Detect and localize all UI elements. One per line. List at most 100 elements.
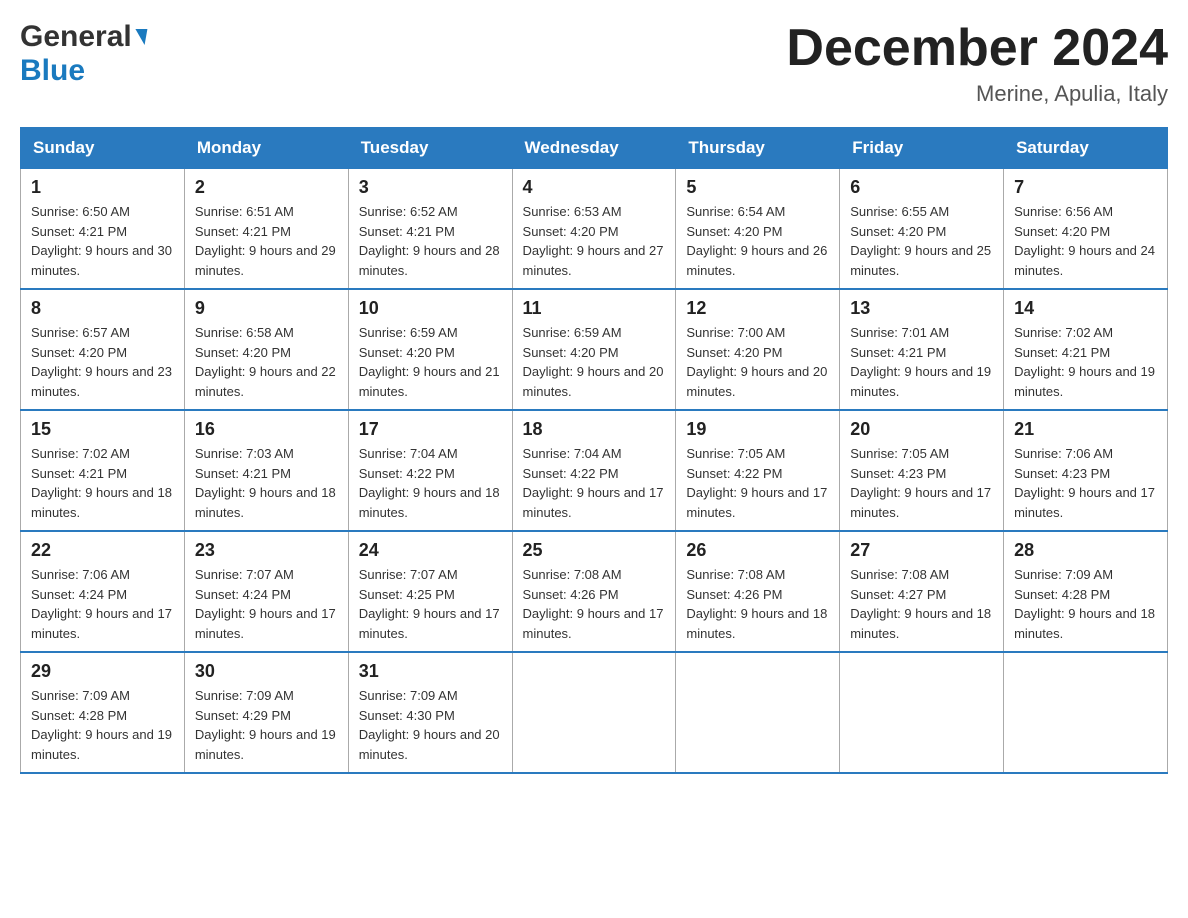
day-info: Sunrise: 6:59 AMSunset: 4:20 PMDaylight:…	[359, 323, 502, 401]
day-info: Sunrise: 7:09 AMSunset: 4:30 PMDaylight:…	[359, 686, 502, 764]
table-row: 29Sunrise: 7:09 AMSunset: 4:28 PMDayligh…	[21, 652, 185, 773]
day-number: 4	[523, 177, 666, 198]
day-info: Sunrise: 7:08 AMSunset: 4:27 PMDaylight:…	[850, 565, 993, 643]
day-info: Sunrise: 6:56 AMSunset: 4:20 PMDaylight:…	[1014, 202, 1157, 280]
day-number: 24	[359, 540, 502, 561]
month-title: December 2024	[786, 20, 1168, 77]
day-number: 14	[1014, 298, 1157, 319]
logo-arrow-icon	[132, 29, 147, 45]
table-row: 30 Sunrise: 7:09 AMSunset: 4:29 PMDayligh…	[184, 652, 348, 773]
day-info: Sunrise: 6:51 AMSunset: 4:21 PMDaylight:…	[195, 202, 338, 280]
table-row: 17 Sunrise: 7:04 AMSunset: 4:22 PMDayligh…	[348, 410, 512, 531]
table-row: 26Sunrise: 7:08 AMSunset: 4:26 PMDayligh…	[676, 531, 840, 652]
table-row: 24 Sunrise: 7:07 AMSunset: 4:25 PMDayligh…	[348, 531, 512, 652]
table-row: 11Sunrise: 6:59 AMSunset: 4:20 PMDayligh…	[512, 289, 676, 410]
day-number: 2	[195, 177, 338, 198]
table-row: 22 Sunrise: 7:06 AMSunset: 4:24 PMDayligh…	[21, 531, 185, 652]
day-info: Sunrise: 7:00 AMSunset: 4:20 PMDaylight:…	[686, 323, 829, 401]
header-wednesday: Wednesday	[512, 128, 676, 169]
table-row: 25 Sunrise: 7:08 AMSunset: 4:26 PMDayligh…	[512, 531, 676, 652]
calendar-table: Sunday Monday Tuesday Wednesday Thursday…	[20, 127, 1168, 774]
table-row: 23Sunrise: 7:07 AMSunset: 4:24 PMDayligh…	[184, 531, 348, 652]
day-info: Sunrise: 7:09 AMSunset: 4:28 PMDaylight:…	[31, 686, 174, 764]
day-number: 16	[195, 419, 338, 440]
logo: General Blue	[20, 20, 146, 88]
table-row: 18 Sunrise: 7:04 AMSunset: 4:22 PMDayligh…	[512, 410, 676, 531]
day-info: Sunrise: 7:02 AMSunset: 4:21 PMDaylight:…	[31, 444, 174, 522]
header-sunday: Sunday	[21, 128, 185, 169]
day-number: 21	[1014, 419, 1157, 440]
table-row: 27Sunrise: 7:08 AMSunset: 4:27 PMDayligh…	[840, 531, 1004, 652]
day-info: Sunrise: 7:06 AMSunset: 4:24 PMDaylight:…	[31, 565, 174, 643]
table-row: 21 Sunrise: 7:06 AMSunset: 4:23 PMDayligh…	[1004, 410, 1168, 531]
table-row	[840, 652, 1004, 773]
table-row: 10 Sunrise: 6:59 AMSunset: 4:20 PMDayligh…	[348, 289, 512, 410]
day-info: Sunrise: 7:01 AMSunset: 4:21 PMDaylight:…	[850, 323, 993, 401]
day-info: Sunrise: 6:54 AMSunset: 4:20 PMDaylight:…	[686, 202, 829, 280]
table-row: 20Sunrise: 7:05 AMSunset: 4:23 PMDayligh…	[840, 410, 1004, 531]
page-header: General Blue December 2024 Merine, Apuli…	[20, 20, 1168, 107]
day-info: Sunrise: 7:07 AMSunset: 4:24 PMDaylight:…	[195, 565, 338, 643]
header-saturday: Saturday	[1004, 128, 1168, 169]
calendar-week-row: 8Sunrise: 6:57 AMSunset: 4:20 PMDaylight…	[21, 289, 1168, 410]
table-row	[512, 652, 676, 773]
table-row: 19 Sunrise: 7:05 AMSunset: 4:22 PMDayligh…	[676, 410, 840, 531]
location-text: Merine, Apulia, Italy	[786, 81, 1168, 107]
day-number: 6	[850, 177, 993, 198]
day-info: Sunrise: 7:04 AMSunset: 4:22 PMDaylight:…	[523, 444, 666, 522]
day-number: 15	[31, 419, 174, 440]
table-row: 1 Sunrise: 6:50 AMSunset: 4:21 PMDaylight…	[21, 169, 185, 290]
day-info: Sunrise: 7:02 AMSunset: 4:21 PMDaylight:…	[1014, 323, 1157, 401]
calendar-week-row: 22 Sunrise: 7:06 AMSunset: 4:24 PMDayligh…	[21, 531, 1168, 652]
table-row: 7 Sunrise: 6:56 AMSunset: 4:20 PMDaylight…	[1004, 169, 1168, 290]
calendar-week-row: 15 Sunrise: 7:02 AMSunset: 4:21 PMDayligh…	[21, 410, 1168, 531]
day-number: 3	[359, 177, 502, 198]
table-row	[676, 652, 840, 773]
day-info: Sunrise: 7:05 AMSunset: 4:22 PMDaylight:…	[686, 444, 829, 522]
day-number: 17	[359, 419, 502, 440]
day-info: Sunrise: 6:59 AMSunset: 4:20 PMDaylight:…	[523, 323, 666, 401]
day-info: Sunrise: 7:03 AMSunset: 4:21 PMDaylight:…	[195, 444, 338, 522]
day-number: 22	[31, 540, 174, 561]
day-number: 10	[359, 298, 502, 319]
day-info: Sunrise: 6:52 AMSunset: 4:21 PMDaylight:…	[359, 202, 502, 280]
calendar-week-row: 29Sunrise: 7:09 AMSunset: 4:28 PMDayligh…	[21, 652, 1168, 773]
day-info: Sunrise: 7:08 AMSunset: 4:26 PMDaylight:…	[523, 565, 666, 643]
table-row: 16 Sunrise: 7:03 AMSunset: 4:21 PMDayligh…	[184, 410, 348, 531]
table-row: 2 Sunrise: 6:51 AMSunset: 4:21 PMDaylight…	[184, 169, 348, 290]
calendar-week-row: 1 Sunrise: 6:50 AMSunset: 4:21 PMDaylight…	[21, 169, 1168, 290]
table-row: 4Sunrise: 6:53 AMSunset: 4:20 PMDaylight…	[512, 169, 676, 290]
day-number: 20	[850, 419, 993, 440]
title-block: December 2024 Merine, Apulia, Italy	[786, 20, 1168, 107]
table-row: 13 Sunrise: 7:01 AMSunset: 4:21 PMDayligh…	[840, 289, 1004, 410]
table-row: 5 Sunrise: 6:54 AMSunset: 4:20 PMDaylight…	[676, 169, 840, 290]
header-friday: Friday	[840, 128, 1004, 169]
table-row: 3 Sunrise: 6:52 AMSunset: 4:21 PMDaylight…	[348, 169, 512, 290]
header-tuesday: Tuesday	[348, 128, 512, 169]
day-number: 5	[686, 177, 829, 198]
day-info: Sunrise: 7:06 AMSunset: 4:23 PMDaylight:…	[1014, 444, 1157, 522]
table-row	[1004, 652, 1168, 773]
day-number: 7	[1014, 177, 1157, 198]
day-number: 30	[195, 661, 338, 682]
table-row: 6Sunrise: 6:55 AMSunset: 4:20 PMDaylight…	[840, 169, 1004, 290]
day-number: 25	[523, 540, 666, 561]
day-number: 19	[686, 419, 829, 440]
day-info: Sunrise: 7:04 AMSunset: 4:22 PMDaylight:…	[359, 444, 502, 522]
day-number: 1	[31, 177, 174, 198]
day-info: Sunrise: 7:07 AMSunset: 4:25 PMDaylight:…	[359, 565, 502, 643]
day-info: Sunrise: 6:58 AMSunset: 4:20 PMDaylight:…	[195, 323, 338, 401]
day-number: 18	[523, 419, 666, 440]
table-row: 14 Sunrise: 7:02 AMSunset: 4:21 PMDayligh…	[1004, 289, 1168, 410]
day-number: 26	[686, 540, 829, 561]
header-thursday: Thursday	[676, 128, 840, 169]
day-info: Sunrise: 7:09 AMSunset: 4:28 PMDaylight:…	[1014, 565, 1157, 643]
day-info: Sunrise: 6:50 AMSunset: 4:21 PMDaylight:…	[31, 202, 174, 280]
table-row: 31 Sunrise: 7:09 AMSunset: 4:30 PMDayligh…	[348, 652, 512, 773]
table-row: 9 Sunrise: 6:58 AMSunset: 4:20 PMDaylight…	[184, 289, 348, 410]
header-monday: Monday	[184, 128, 348, 169]
day-number: 31	[359, 661, 502, 682]
day-number: 13	[850, 298, 993, 319]
day-number: 9	[195, 298, 338, 319]
day-info: Sunrise: 7:09 AMSunset: 4:29 PMDaylight:…	[195, 686, 338, 764]
